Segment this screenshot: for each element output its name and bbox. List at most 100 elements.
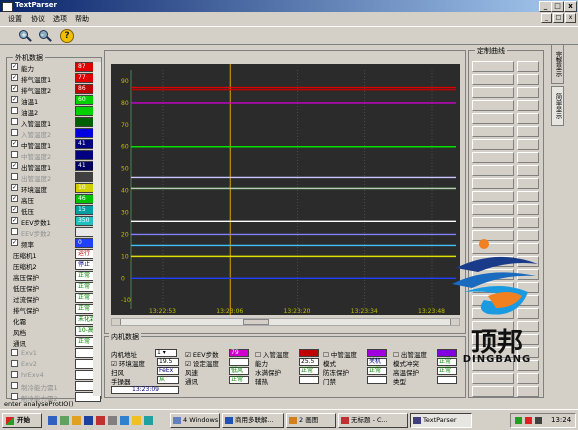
curve-slot[interactable] — [472, 113, 514, 124]
outer-row-checkbox[interactable]: ✓ — [11, 162, 18, 169]
taskbar-button-textparser[interactable]: TextParser — [410, 413, 472, 428]
help-icon[interactable]: ? — [60, 29, 74, 43]
outer-row-checkbox[interactable]: ✓ — [11, 74, 18, 81]
quick-launch-icon-3[interactable] — [72, 416, 81, 425]
outer-row: ✓ 高压 46 — [11, 194, 103, 205]
outer-row-checkbox[interactable]: ✓ — [11, 206, 18, 213]
taskbar-button-windows[interactable]: 4 Windows ... — [170, 413, 220, 428]
outer-row-label: Exv2 — [21, 360, 37, 368]
close-button[interactable]: x — [564, 1, 577, 12]
outer-row: ✓ 油温1 60 — [11, 95, 103, 106]
outer-row-checkbox[interactable] — [11, 118, 18, 125]
chart-scrollbar[interactable] — [111, 318, 460, 326]
outer-row-label: 环境温度 — [21, 186, 47, 194]
quick-launch-icon-8[interactable] — [132, 416, 141, 425]
mdi-minimize-button[interactable]: _ — [541, 13, 552, 23]
zoom-out-button[interactable]: - — [38, 29, 53, 43]
menu-protocol[interactable]: 协议 — [31, 14, 45, 24]
curve-slot[interactable] — [472, 152, 514, 163]
addr-select[interactable]: 1 ▾ — [155, 349, 177, 357]
curve-slot[interactable] — [472, 217, 514, 228]
outer-row-checkbox[interactable] — [11, 382, 18, 389]
tray-volume-icon[interactable] — [535, 417, 542, 424]
aux-value — [299, 376, 319, 384]
outer-row-checkbox[interactable]: ✓ — [11, 96, 18, 103]
system-tray: 13:24 — [510, 413, 576, 428]
chart-area[interactable]: 90 80 70 60 50 40 30 20 10 0 -10 13:22:53 13:23:06 13… — [111, 64, 460, 315]
curve-slot[interactable] — [472, 165, 514, 176]
quick-launch-icon-9[interactable] — [144, 416, 153, 425]
curve-slot-value[interactable] — [517, 100, 539, 111]
outer-row-checkbox[interactable] — [11, 129, 18, 136]
mdi-close-button[interactable]: x — [565, 13, 576, 23]
menu-help[interactable]: 帮助 — [75, 14, 89, 24]
curve-slot-value[interactable] — [517, 87, 539, 98]
menu-options[interactable]: 选项 — [53, 14, 67, 24]
outer-row-checkbox[interactable] — [11, 360, 18, 367]
curve-slot-value[interactable] — [517, 386, 539, 397]
curve-slot-value[interactable] — [517, 178, 539, 189]
outer-row-checkbox[interactable]: ✓ — [11, 195, 18, 202]
scroll-thumb[interactable] — [243, 319, 269, 325]
curve-slot-value[interactable] — [517, 74, 539, 85]
quick-launch-icon-6[interactable] — [108, 416, 117, 425]
curve-slot-value[interactable] — [517, 61, 539, 72]
zoom-in-button[interactable]: + — [18, 29, 33, 43]
curve-slot-value[interactable] — [517, 191, 539, 202]
curve-slot-value[interactable] — [517, 165, 539, 176]
outer-row-checkbox[interactable] — [11, 349, 18, 356]
curve-slot-value[interactable] — [517, 152, 539, 163]
outer-row-checkbox[interactable]: ✓ — [11, 85, 18, 92]
maximize-button[interactable]: □ — [551, 1, 564, 12]
menu-settings[interactable]: 设置 — [8, 14, 22, 24]
curve-slot[interactable] — [472, 74, 514, 85]
outer-row-checkbox[interactable]: ✓ — [11, 217, 18, 224]
outer-row-checkbox[interactable]: ✓ — [11, 140, 18, 147]
outer-row-label: 频率 — [21, 241, 34, 249]
curve-slot[interactable] — [472, 178, 514, 189]
clock[interactable]: 13:24 — [551, 416, 571, 424]
quick-launch-icon-5[interactable] — [96, 416, 105, 425]
curve-slot[interactable] — [472, 191, 514, 202]
x-tick-label: 13:22:53 — [149, 308, 176, 315]
quick-launch-icon-2[interactable] — [60, 416, 69, 425]
tab-simple-display[interactable]: 简单显示 — [551, 86, 564, 126]
outer-row-checkbox[interactable]: ✓ — [11, 184, 18, 191]
quick-launch-icon-1[interactable] — [48, 416, 57, 425]
curve-slot-value[interactable] — [517, 139, 539, 150]
curve-slot-value[interactable] — [517, 204, 539, 215]
start-button[interactable]: 开始 — [2, 413, 42, 428]
outer-row-checkbox[interactable]: ✓ — [11, 63, 18, 70]
curve-slot[interactable] — [472, 373, 514, 384]
tray-network-icon[interactable] — [515, 417, 522, 424]
outer-row-checkbox[interactable]: ✓ — [11, 239, 18, 246]
outer-row-checkbox[interactable] — [11, 173, 18, 180]
outer-row-checkbox[interactable] — [11, 107, 18, 114]
scroll-left-arrow[interactable] — [112, 319, 121, 325]
outer-row-checkbox[interactable] — [11, 151, 18, 158]
outer-scrollbar[interactable] — [93, 62, 101, 396]
curve-slot[interactable] — [472, 139, 514, 150]
curve-slot[interactable] — [472, 61, 514, 72]
curve-slot[interactable] — [472, 87, 514, 98]
curve-slot-value[interactable] — [517, 113, 539, 124]
curve-slot[interactable] — [472, 204, 514, 215]
curve-slot-value[interactable] — [517, 373, 539, 384]
quick-launch-icon-7[interactable] — [120, 416, 129, 425]
outer-row-checkbox[interactable] — [11, 371, 18, 378]
quick-launch-icon-4[interactable] — [84, 416, 93, 425]
line-chart: 9080706050403020100-1013:22:53 13:23:06 13… — [121, 64, 456, 315]
tray-app-icon[interactable] — [525, 417, 532, 424]
company-logo: 顶邦 DINGBANG — [448, 238, 544, 372]
taskbar-button-document[interactable]: 商用多联解... — [222, 413, 284, 428]
curve-slot-value[interactable] — [517, 217, 539, 228]
taskbar-button-paint[interactable]: 2 画图 — [286, 413, 336, 428]
curve-slot[interactable] — [472, 126, 514, 137]
mdi-restore-button[interactable]: □ — [553, 13, 564, 23]
curve-slot[interactable] — [472, 386, 514, 397]
curve-slot[interactable] — [472, 100, 514, 111]
taskbar-button-untitled[interactable]: 无标题 - C... — [338, 413, 408, 428]
outer-row-checkbox[interactable] — [11, 228, 18, 235]
tab-full-display[interactable]: 完整显示 — [551, 44, 564, 84]
curve-slot-value[interactable] — [517, 126, 539, 137]
